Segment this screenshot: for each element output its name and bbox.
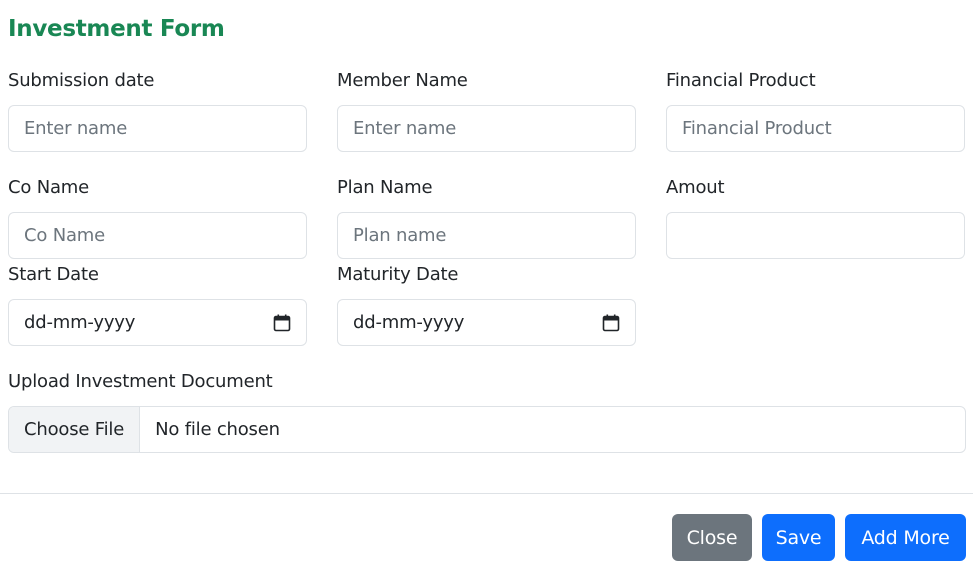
co-name-label: Co Name <box>8 177 90 198</box>
financial-product-label: Financial Product <box>666 70 816 91</box>
co-name-placeholder: Co Name <box>24 225 106 246</box>
amount-label: Amout <box>666 177 725 198</box>
plan-name-placeholder: Plan name <box>353 225 447 246</box>
maturity-date-input[interactable]: dd-mm-yyyy <box>337 299 636 346</box>
member-name-label: Member Name <box>337 70 468 91</box>
save-button[interactable]: Save <box>762 514 835 561</box>
plan-name-input[interactable]: Plan name <box>337 212 636 259</box>
amount-input[interactable] <box>666 212 965 259</box>
submission-date-label: Submission date <box>8 70 155 91</box>
financial-product-placeholder: Financial Product <box>682 118 832 139</box>
member-name-placeholder: Enter name <box>353 118 457 139</box>
maturity-date-group: Maturity Date dd-mm-yyyy <box>337 261 636 346</box>
close-button[interactable]: Close <box>672 514 752 561</box>
start-date-group: Start Date dd-mm-yyyy <box>8 261 307 346</box>
add-more-button[interactable]: Add More <box>845 514 966 561</box>
financial-product-input[interactable]: Financial Product <box>666 105 965 152</box>
maturity-date-label: Maturity Date <box>337 264 459 285</box>
maturity-date-value: dd-mm-yyyy <box>353 312 465 333</box>
start-date-input[interactable]: dd-mm-yyyy <box>8 299 307 346</box>
upload-label: Upload Investment Document <box>8 371 273 392</box>
choose-file-button[interactable]: Choose File <box>9 407 141 452</box>
amount-group: Amout <box>666 174 965 259</box>
calendar-icon[interactable] <box>602 314 620 332</box>
form-title: Investment Form <box>8 16 225 42</box>
footer-divider <box>0 493 973 494</box>
plan-name-label: Plan Name <box>337 177 433 198</box>
calendar-icon[interactable] <box>273 314 291 332</box>
submission-date-placeholder: Enter name <box>24 118 128 139</box>
submission-date-input[interactable]: Enter name <box>8 105 307 152</box>
submission-date-group: Submission date Enter name <box>8 67 307 152</box>
co-name-input[interactable]: Co Name <box>8 212 307 259</box>
member-name-group: Member Name Enter name <box>337 67 636 152</box>
co-name-group: Co Name Co Name <box>8 174 307 259</box>
file-status: No file chosen <box>155 419 280 440</box>
plan-name-group: Plan Name Plan name <box>337 174 636 259</box>
start-date-label: Start Date <box>8 264 99 285</box>
financial-product-group: Financial Product Financial Product <box>666 67 965 152</box>
start-date-value: dd-mm-yyyy <box>24 312 136 333</box>
upload-file-input[interactable]: Choose File No file chosen <box>8 406 966 453</box>
member-name-input[interactable]: Enter name <box>337 105 636 152</box>
